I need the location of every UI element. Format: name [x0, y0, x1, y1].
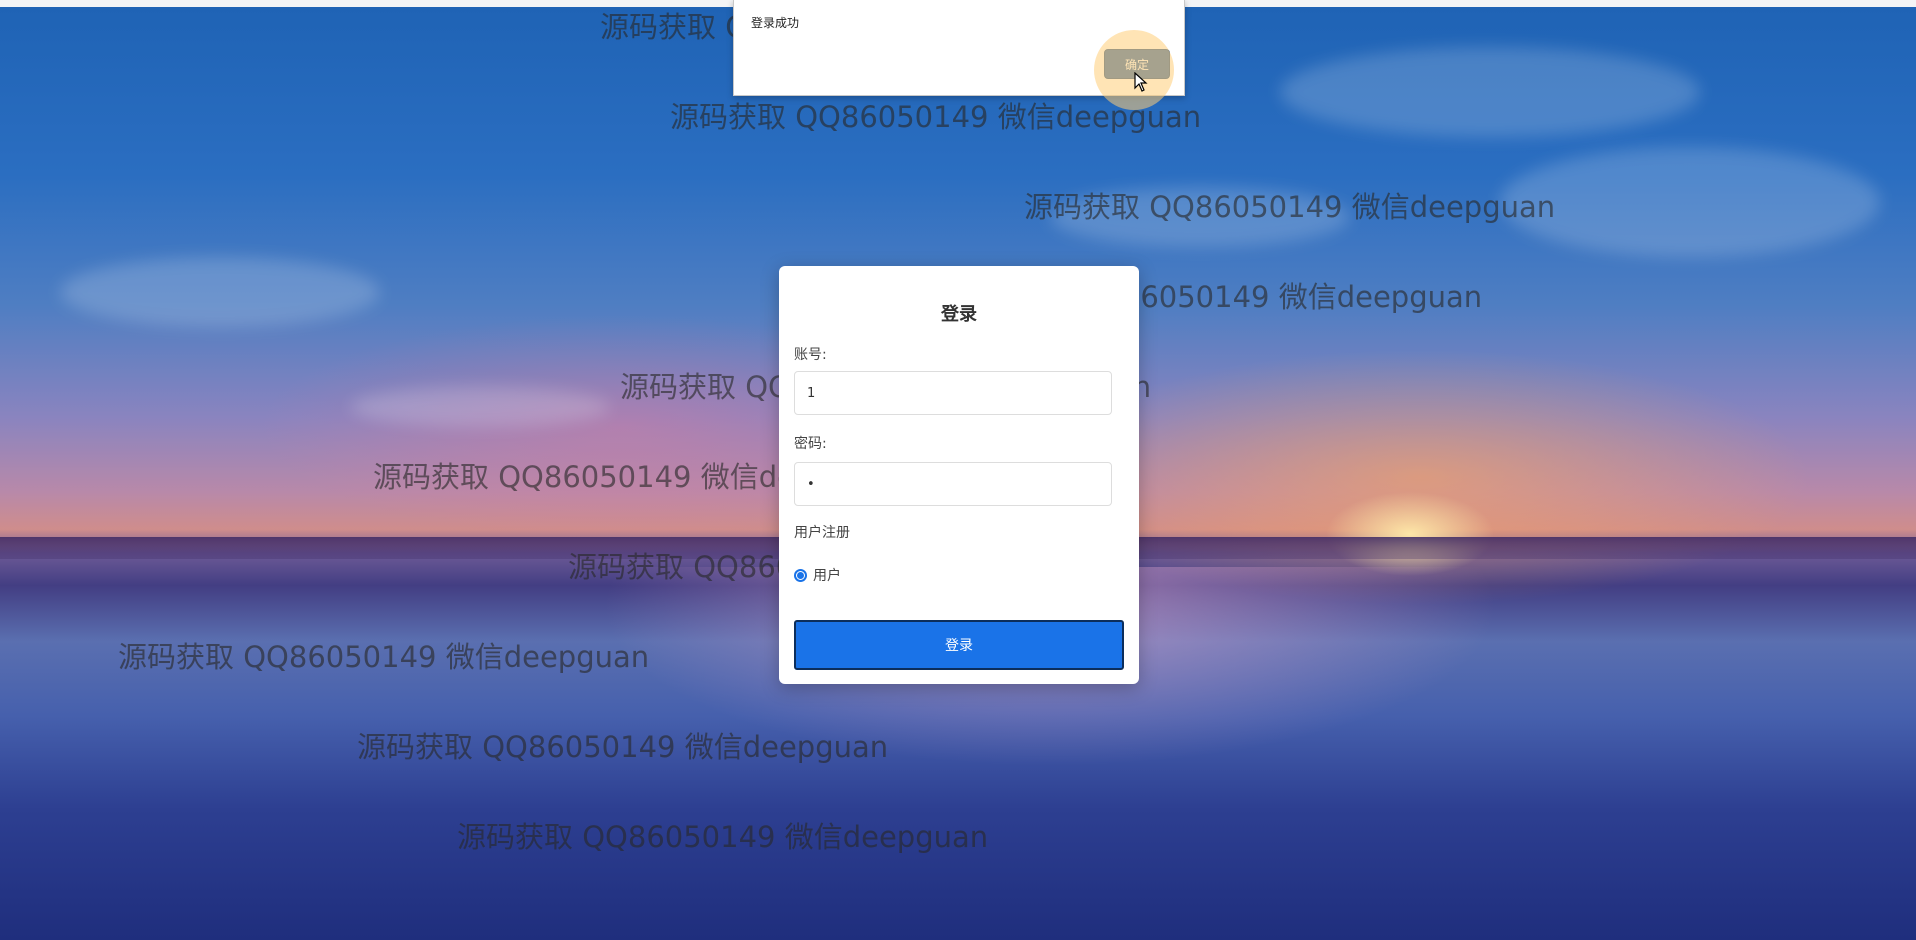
login-title: 登录 [941, 304, 977, 325]
password-label: 密码: [794, 436, 827, 452]
login-card: 登录 账号: 密码: 用户注册 用户 登录 [779, 266, 1139, 684]
account-input[interactable] [794, 371, 1112, 415]
cloud-shape [350, 387, 610, 427]
register-label[interactable]: 用户注册 [794, 522, 850, 542]
login-page: 源码获取 QQ86050149 微信deepguan 源码获取 QQ860501… [0, 0, 1916, 940]
cloud-shape [1050, 187, 1350, 247]
role-radio-user[interactable] [794, 568, 807, 582]
role-radio-group: 用户 [794, 565, 841, 585]
account-label: 账号: [794, 347, 827, 363]
cloud-shape [1280, 47, 1700, 137]
alert-message: 登录成功 [751, 16, 800, 30]
click-highlight [1094, 30, 1174, 110]
cloud-shape [60, 257, 380, 327]
mouse-cursor-icon [1134, 72, 1148, 92]
login-button[interactable]: 登录 [794, 620, 1124, 670]
password-input[interactable] [794, 462, 1112, 506]
role-radio-label: 用户 [813, 568, 841, 584]
cloud-shape [1500, 147, 1880, 257]
